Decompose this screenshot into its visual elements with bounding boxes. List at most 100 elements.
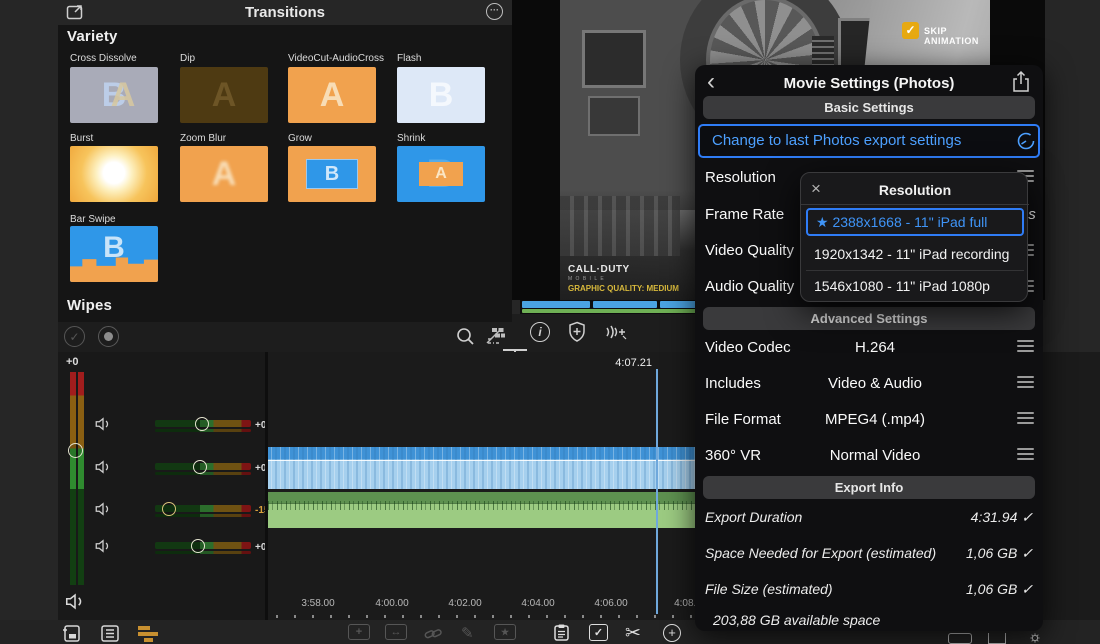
master-meter-right (78, 372, 84, 585)
select-check-icon[interactable]: ✓ (589, 624, 608, 641)
ruler-label: 4:06.00 (594, 598, 627, 609)
export-tray-icon[interactable] (988, 633, 1006, 644)
audio-quality-label: Audio Quality (705, 278, 794, 295)
master-fader-knob[interactable] (68, 443, 83, 458)
transition-shrink[interactable]: B A (397, 146, 485, 202)
vr-label: 360° VR (705, 447, 761, 464)
more-options-icon[interactable]: ··· (486, 3, 503, 20)
history-clock-icon (1016, 131, 1036, 151)
overwrite-clip-icon[interactable]: ↔ (385, 624, 407, 640)
movie-settings-panel: ‹ Movie Settings (Photos) Basic Settings… (695, 65, 1043, 631)
transition-videocut-audiocross[interactable]: A (288, 67, 376, 123)
resolution-label: Resolution (705, 169, 776, 186)
vr-menu-icon[interactable] (1017, 445, 1034, 463)
apply-check-icon[interactable]: ✓ (64, 326, 85, 347)
link-clips-icon[interactable] (424, 626, 442, 642)
track-volume-knob[interactable] (162, 502, 176, 516)
export-info-header: Export Info (703, 476, 1035, 499)
frame-rate-label: Frame Rate (705, 206, 784, 223)
export-duration-label: Export Duration (705, 509, 802, 525)
track-volume-knob[interactable] (193, 460, 207, 474)
audio-clip-blue[interactable] (268, 447, 697, 489)
import-media-icon[interactable] (62, 624, 82, 643)
search-icon[interactable] (455, 326, 476, 347)
popup-divider (801, 204, 1029, 205)
file-format-label: File Format (705, 411, 781, 428)
file-format-menu-icon[interactable] (1017, 409, 1034, 427)
info-icon[interactable]: i (530, 322, 550, 342)
tile-label: Bar Swipe (70, 214, 116, 225)
tile-letter: A (180, 67, 268, 123)
storage-box-icon[interactable] (948, 633, 972, 644)
timeline-tracks-icon[interactable] (138, 626, 158, 644)
game-logo: CALL·DUTY (568, 264, 630, 275)
video-quality-label: Video Quality (705, 242, 794, 259)
timeline-overview-strip[interactable] (520, 300, 700, 314)
shield-add-icon[interactable] (567, 321, 587, 343)
playhead-line[interactable] (656, 369, 658, 614)
settings-title: Movie Settings (Photos) (695, 75, 1043, 92)
transition-bar-swipe[interactable]: B (70, 226, 158, 282)
tile-label: Grow (288, 133, 312, 144)
share-icon[interactable] (1011, 70, 1031, 94)
transition-burst[interactable] (70, 146, 158, 202)
panel-title: Transitions (58, 4, 512, 21)
tile-label: Zoom Blur (180, 133, 226, 144)
transition-zoom-blur[interactable]: A (180, 146, 268, 202)
track-mute-icon[interactable] (94, 538, 112, 554)
file-format-value: MPEG4 (.mp4) (795, 411, 955, 428)
transition-grid-icon[interactable] (486, 327, 506, 345)
split-scissors-icon[interactable]: ✂ (625, 622, 641, 644)
file-size-value: 1,06 GB ✓ (903, 581, 1033, 598)
insert-clip-icon[interactable]: + (348, 624, 370, 640)
video-codec-menu-icon[interactable] (1017, 337, 1034, 355)
track-mute-icon[interactable] (94, 501, 112, 517)
popup-title: Resolution (801, 182, 1029, 198)
favorite-clip-icon[interactable]: ★ (494, 624, 516, 640)
tile-label: Dip (180, 53, 195, 64)
tile-label: Shrink (397, 133, 425, 144)
project-list-icon[interactable] (100, 624, 120, 643)
transition-flash[interactable]: B (397, 67, 485, 123)
track-mute-icon[interactable] (94, 416, 112, 432)
add-circle-icon[interactable]: + (663, 624, 681, 642)
track-mute-icon[interactable] (94, 459, 112, 475)
track-volume-knob[interactable] (195, 417, 209, 431)
settings-gear-icon[interactable] (1026, 632, 1044, 644)
tile-letter: A (180, 146, 268, 202)
resolution-popup: × Resolution ★ 2388x1668 - 11" iPad full… (800, 172, 1028, 302)
audio-add-icon[interactable] (604, 323, 630, 341)
tile-letter: A (419, 162, 463, 186)
space-needed-value: 1,06 GB ✓ (903, 545, 1033, 562)
audio-clip-green[interactable] (268, 492, 697, 528)
transition-cross-dissolve[interactable]: B A (70, 67, 158, 123)
track-volume-slider-under (155, 551, 251, 554)
tile-label: Burst (70, 133, 93, 144)
change-export-settings-button[interactable]: Change to last Photos export settings (698, 124, 1040, 158)
track-volume-knob[interactable] (191, 539, 205, 553)
skip-animation-checkbox[interactable]: ✓ (902, 22, 919, 39)
ruler-label: 3:58.00 (301, 598, 334, 609)
clipboard-icon[interactable] (552, 623, 571, 642)
skip-animation-label: SKIP ANIMATION (924, 26, 990, 46)
record-dot-icon[interactable] (98, 326, 119, 347)
master-meter-left (70, 372, 76, 585)
app-window: Transitions ··· Variety Cross Dissolve D… (0, 0, 1100, 644)
quality-text: GRAPHIC QUALITY: MEDIUM (568, 284, 679, 293)
transitions-toolbar: ✓ (58, 322, 512, 352)
includes-menu-icon[interactable] (1017, 373, 1034, 391)
popup-option-selected[interactable]: ★ 2388x1668 - 11" iPad full (806, 208, 1024, 236)
ruler-label: 4:02.00 (448, 598, 481, 609)
transition-dip[interactable]: A (180, 67, 268, 123)
popup-option[interactable]: 1920x1342 - 11" iPad recording (806, 239, 1024, 269)
popup-option[interactable]: 1546x1080 - 11" iPad 1080p (806, 271, 1024, 301)
transition-grow[interactable]: B (288, 146, 376, 202)
ruler-label: 4:04.00 (521, 598, 554, 609)
master-gain-label: +0 (66, 356, 79, 368)
tile-label: Flash (397, 53, 421, 64)
transitions-library: Variety Cross Dissolve Dip VideoCut-Audi… (58, 25, 512, 322)
space-needed-label: Space Needed for Export (estimated) (705, 545, 936, 561)
edit-pencil-icon[interactable]: ✎ (461, 624, 474, 642)
export-duration-value: 4:31.94 ✓ (903, 509, 1033, 526)
master-mute-icon[interactable] (64, 592, 86, 611)
